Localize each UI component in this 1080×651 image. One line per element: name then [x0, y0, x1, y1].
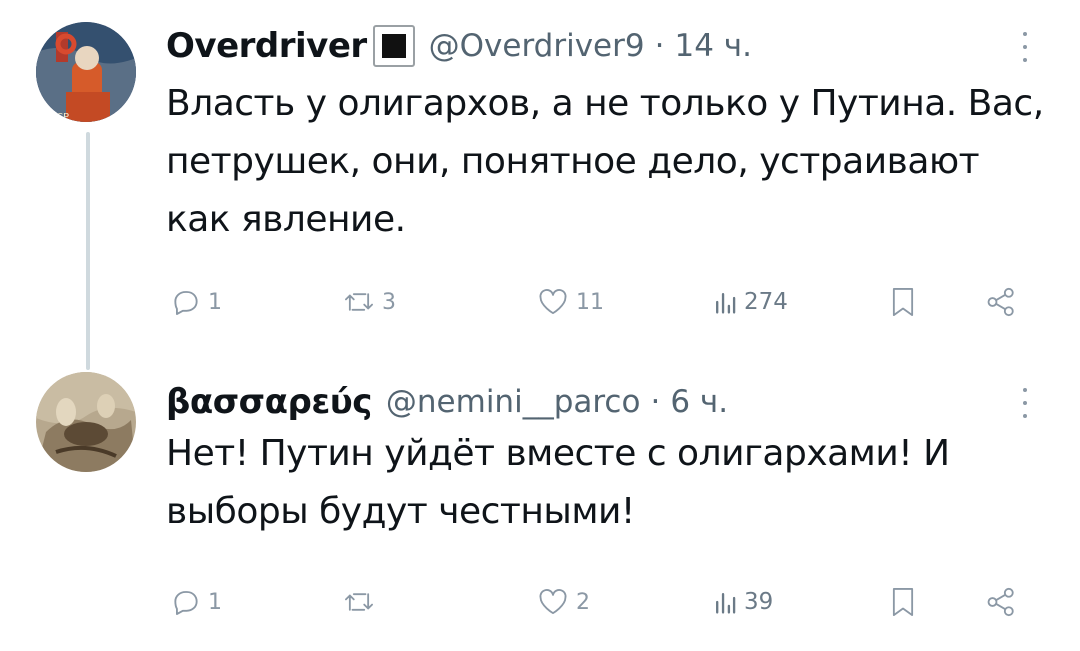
avatar[interactable]: CCCP	[36, 22, 136, 122]
reply-button[interactable]: 1	[170, 582, 222, 622]
reply-icon	[170, 586, 202, 618]
reply-icon	[170, 286, 202, 318]
tweet-actions: 1 3 11 274	[166, 282, 1026, 322]
views-bar-chart-icon	[712, 286, 738, 318]
bookmark-icon	[888, 285, 918, 319]
tweet-header: βασσαρεύς @nemini__parco · 6 ч.	[166, 380, 1040, 424]
avatar[interactable]	[36, 372, 136, 472]
heart-icon	[536, 586, 570, 618]
views-button[interactable]: 39	[712, 582, 773, 622]
like-count: 2	[576, 589, 590, 615]
like-button[interactable]: 11	[536, 282, 604, 322]
bookmark-button[interactable]	[888, 282, 918, 322]
bookmark-icon	[888, 585, 918, 619]
views-bar-chart-icon	[712, 586, 738, 618]
retweet-button[interactable]: 3	[342, 282, 396, 322]
views-count: 274	[744, 289, 788, 315]
black-square-icon	[372, 25, 415, 67]
more-options-icon[interactable]	[1010, 388, 1040, 418]
tweet[interactable]: CCCP Overdriver @Overdriver9 · 14 ч. Вла…	[0, 0, 1080, 360]
author-handle[interactable]: @nemini__parco	[386, 384, 641, 420]
author-display-name[interactable]: βασσαρεύς	[166, 382, 372, 422]
retweet-button[interactable]	[342, 582, 382, 622]
tweet[interactable]: βασσαρεύς @nemini__parco · 6 ч. Нет! Пут…	[0, 360, 1080, 651]
retweet-count: 3	[382, 289, 396, 315]
views-count: 39	[744, 589, 774, 615]
tweet-timestamp[interactable]: 14 ч.	[674, 28, 751, 64]
bookmark-button[interactable]	[888, 582, 918, 622]
reply-count: 1	[208, 289, 222, 315]
separator-dot: ·	[654, 28, 665, 64]
tweet-timestamp[interactable]: 6 ч.	[670, 384, 728, 420]
retweet-icon	[342, 586, 376, 618]
tweet-header: Overdriver @Overdriver9 · 14 ч.	[166, 24, 1040, 68]
author-display-name[interactable]: Overdriver	[166, 26, 367, 66]
separator-dot: ·	[650, 384, 661, 420]
share-button[interactable]	[984, 282, 1018, 322]
share-icon	[984, 285, 1018, 319]
share-icon	[984, 585, 1018, 619]
like-button[interactable]: 2	[536, 582, 590, 622]
tweet-actions: 1 2 39	[166, 582, 1026, 622]
like-count: 11	[576, 289, 604, 315]
retweet-icon	[342, 286, 376, 318]
tweet-text: Нет! Путин уйдёт вместе с олигархами! И …	[166, 433, 950, 532]
views-button[interactable]: 274	[712, 282, 788, 322]
heart-icon	[536, 286, 570, 318]
author-handle[interactable]: @Overdriver9	[429, 28, 645, 64]
more-options-icon[interactable]	[1010, 32, 1040, 62]
share-button[interactable]	[984, 582, 1018, 622]
reply-count: 1	[208, 589, 222, 615]
reply-button[interactable]: 1	[170, 282, 222, 322]
tweet-text: Власть у олигархов, а не только у Путина…	[166, 83, 1044, 240]
svg-text:CCCP: CCCP	[42, 112, 69, 122]
